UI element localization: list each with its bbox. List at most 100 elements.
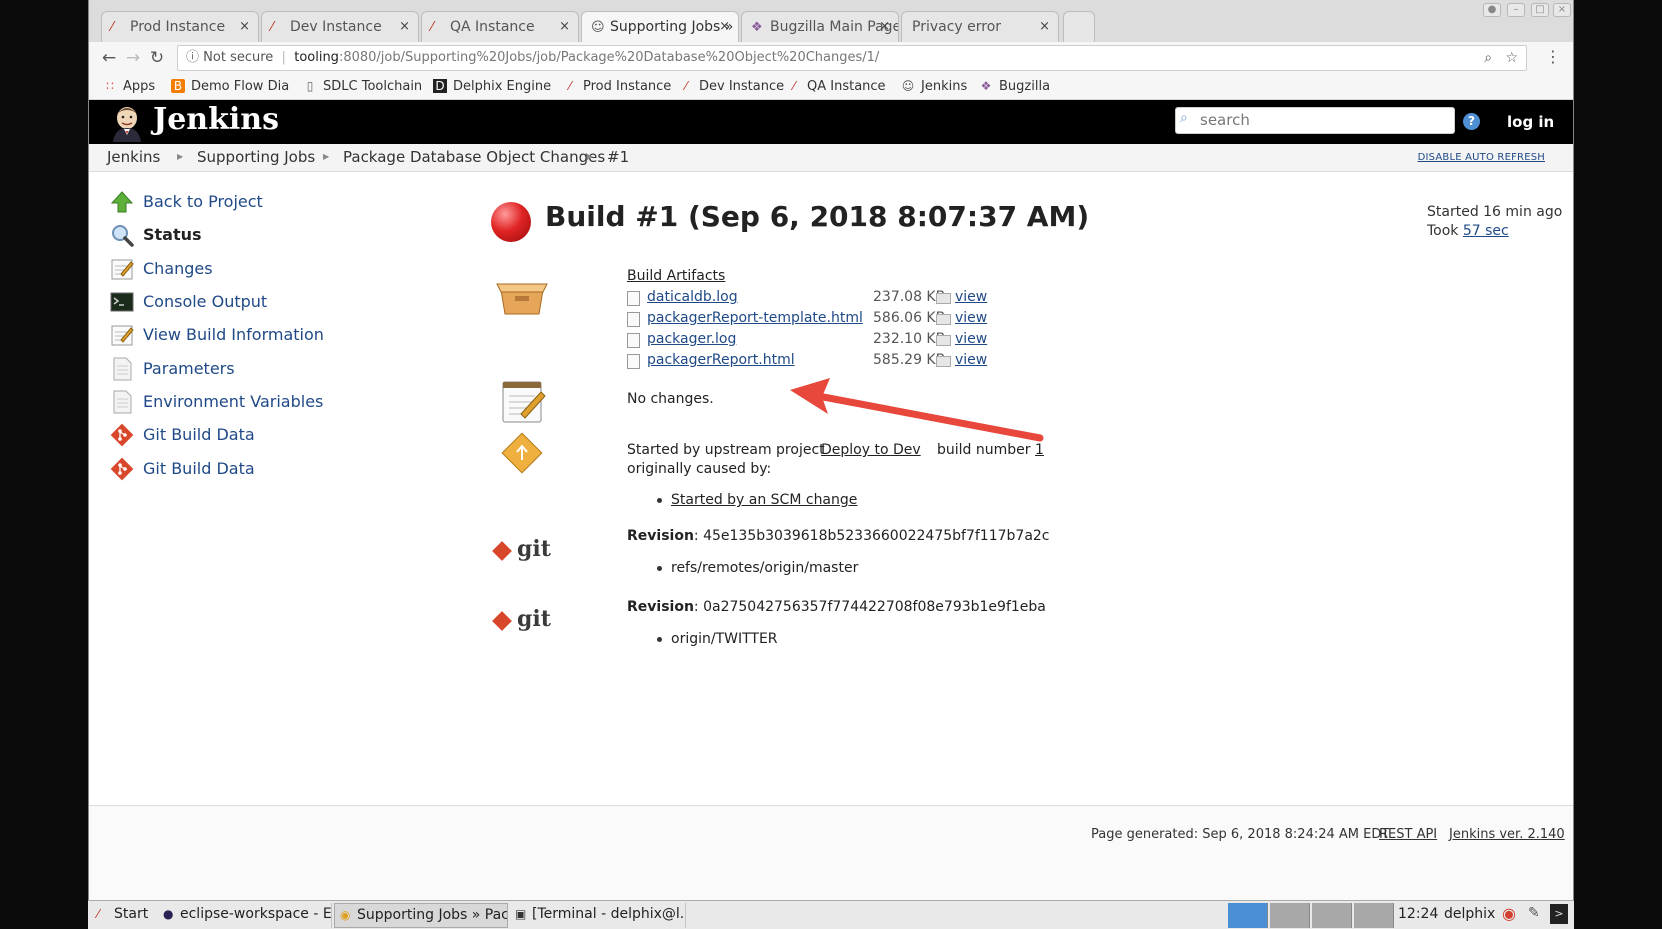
- bookmark-jenkins[interactable]: ☺ Jenkins: [901, 79, 968, 94]
- artifact-link[interactable]: packager.log: [647, 331, 736, 347]
- notes-tray-icon[interactable]: ✎: [1528, 905, 1540, 921]
- star-icon[interactable]: ☆: [1505, 50, 1518, 66]
- url-host: tooling: [294, 50, 339, 65]
- chevron-right-icon[interactable]: ▶: [587, 152, 593, 161]
- terminal-tray-icon[interactable]: >: [1550, 904, 1568, 924]
- fingerprint-icon[interactable]: [936, 356, 951, 367]
- artifact-view-link[interactable]: view: [955, 310, 987, 326]
- browser-window: ⁄ Prod Instance × ⁄ Dev Instance × ⁄ QA …: [88, 0, 1574, 900]
- revision-label: Revision: [627, 528, 694, 544]
- user-name[interactable]: delphix: [1444, 906, 1495, 922]
- tab-qa-instance[interactable]: ⁄ QA Instance ×: [421, 11, 579, 42]
- delphix-icon: ⁄: [792, 79, 795, 93]
- chrome-tray-icon[interactable]: ◉: [1502, 904, 1516, 923]
- tab-dev-instance[interactable]: ⁄ Dev Instance ×: [261, 11, 419, 42]
- fingerprint-icon[interactable]: [936, 314, 951, 325]
- address-bar[interactable]: ⓘ Not secure | tooling:8080/job/Supporti…: [177, 45, 1527, 71]
- file-icon: [627, 333, 640, 348]
- build-artifacts-link[interactable]: Build Artifacts: [627, 268, 725, 284]
- side-item-label: Status: [143, 225, 202, 244]
- taskbar-item-terminal[interactable]: ▣ [Terminal - delphix@l...: [510, 903, 686, 928]
- desktop: ⁄ Prod Instance × ⁄ Dev Instance × ⁄ QA …: [0, 0, 1662, 929]
- artifact-view-link[interactable]: view: [955, 331, 987, 347]
- upstream-build-link[interactable]: 1: [1035, 442, 1044, 458]
- clock[interactable]: 12:24: [1398, 906, 1438, 922]
- profile-icon[interactable]: ●: [1483, 3, 1501, 17]
- artifact-size: 237.08 KB: [873, 289, 946, 305]
- upstream-project-link[interactable]: Deploy to Dev: [821, 442, 921, 458]
- bookmark-label: QA Instance: [807, 79, 886, 94]
- revision-1: Revision: 45e135b3039618b5233660022475bf…: [627, 528, 1050, 544]
- workspace-1[interactable]: [1228, 903, 1268, 928]
- jenkins-logo-icon[interactable]: [109, 104, 145, 142]
- bookmark-prod-instance[interactable]: ⁄ Prod Instance: [563, 79, 671, 94]
- disable-auto-refresh-link[interactable]: DISABLE AUTO REFRESH: [1418, 152, 1545, 163]
- back-icon[interactable]: ←: [97, 46, 121, 70]
- close-icon[interactable]: ×: [719, 19, 730, 34]
- bookmark-delphix-engine[interactable]: D Delphix Engine: [433, 79, 551, 94]
- page-title: Build #1 (Sep 6, 2018 8:07:37 AM): [545, 200, 1090, 233]
- reload-icon[interactable]: ↻: [145, 46, 169, 70]
- taskbar-item-eclipse[interactable]: ● eclipse-workspace - E...: [158, 903, 332, 928]
- tab-bugzilla[interactable]: ❖ Bugzilla Main Page ×: [741, 11, 899, 42]
- breadcrumb-package-db-changes[interactable]: Package Database Object Changes: [343, 148, 605, 166]
- search-icon: ⌕: [1180, 110, 1188, 126]
- chevron-right-icon[interactable]: ▶: [323, 152, 329, 161]
- artifact-view-link[interactable]: view: [955, 352, 987, 368]
- help-icon[interactable]: ?: [1463, 113, 1480, 130]
- new-tab-button[interactable]: [1063, 11, 1095, 42]
- minimize-icon[interactable]: –: [1507, 3, 1525, 17]
- bookmark-label: Jenkins: [921, 79, 968, 94]
- close-window-icon[interactable]: ×: [1553, 3, 1571, 17]
- cause-prefix: Started by upstream project: [627, 442, 825, 458]
- terminal-icon: [110, 292, 134, 312]
- breadcrumb-jenkins[interactable]: Jenkins: [107, 148, 160, 166]
- bookmark-apps[interactable]: ∷ Apps: [103, 79, 155, 94]
- maximize-icon[interactable]: □: [1531, 3, 1549, 17]
- forward-icon[interactable]: →: [121, 46, 145, 70]
- menu-icon[interactable]: ⋮: [1545, 47, 1561, 66]
- workspace-3[interactable]: [1312, 903, 1352, 928]
- info-icon[interactable]: ⓘ: [186, 50, 199, 65]
- bullet: [657, 498, 662, 503]
- close-icon[interactable]: ×: [239, 19, 250, 34]
- close-icon[interactable]: ×: [879, 19, 890, 34]
- artifact-view-link[interactable]: view: [955, 289, 987, 305]
- workspace-2[interactable]: [1270, 903, 1310, 928]
- tab-prod-instance[interactable]: ⁄ Prod Instance ×: [101, 11, 259, 42]
- fingerprint-icon[interactable]: [936, 335, 951, 346]
- login-link[interactable]: log in: [1507, 113, 1554, 131]
- bookmark-demo-flow[interactable]: B Demo Flow Dia: [171, 79, 297, 94]
- bookmark-dev-instance[interactable]: ⁄ Dev Instance: [679, 79, 784, 94]
- tab-supporting-jobs[interactable]: ☺ Supporting Jobs » ×: [581, 11, 739, 42]
- build-duration-link[interactable]: 57 sec: [1463, 223, 1509, 239]
- artifact-row: packagerReport.html 585.29 KB view: [627, 352, 1007, 372]
- close-icon[interactable]: ×: [1039, 19, 1050, 34]
- bookmark-sdlc-toolchain[interactable]: ▯ SDLC Toolchain: [303, 79, 423, 94]
- close-icon[interactable]: ×: [399, 19, 410, 34]
- bookmark-bugzilla[interactable]: ❖ Bugzilla: [979, 79, 1050, 94]
- chevron-right-icon[interactable]: ▶: [177, 152, 183, 161]
- jenkins-icon: ☺: [591, 20, 605, 35]
- artifact-link[interactable]: daticaldb.log: [647, 289, 738, 305]
- zoom-icon[interactable]: ⌕: [1484, 50, 1492, 66]
- search-input[interactable]: search: [1175, 107, 1455, 134]
- artifact-link[interactable]: packagerReport-template.html: [647, 310, 863, 326]
- breadcrumb-supporting-jobs[interactable]: Supporting Jobs: [197, 148, 315, 166]
- jenkins-title[interactable]: Jenkins: [153, 102, 279, 137]
- fingerprint-icon[interactable]: [936, 293, 951, 304]
- taskbar-item-chrome[interactable]: ◉ Supporting Jobs » Pac...: [334, 903, 508, 928]
- bookmark-qa-instance[interactable]: ⁄ QA Instance: [787, 79, 886, 94]
- artifact-link[interactable]: packagerReport.html: [647, 352, 795, 368]
- workspace-4[interactable]: [1354, 903, 1394, 928]
- tab-label: Supporting Jobs »: [610, 19, 734, 35]
- close-icon[interactable]: ×: [559, 19, 570, 34]
- rest-api-link[interactable]: REST API: [1379, 827, 1437, 842]
- breadcrumb-build-number[interactable]: #1: [607, 148, 629, 166]
- bookmark-label: Demo Flow Dia: [191, 79, 290, 94]
- start-button[interactable]: ⁄ Start: [92, 903, 154, 928]
- taskbar-label: [Terminal - delphix@l...: [532, 906, 686, 922]
- jenkins-version-link[interactable]: Jenkins ver. 2.140: [1449, 827, 1565, 842]
- scm-change-link[interactable]: Started by an SCM change: [671, 492, 857, 508]
- tab-privacy-error[interactable]: Privacy error ×: [901, 11, 1059, 42]
